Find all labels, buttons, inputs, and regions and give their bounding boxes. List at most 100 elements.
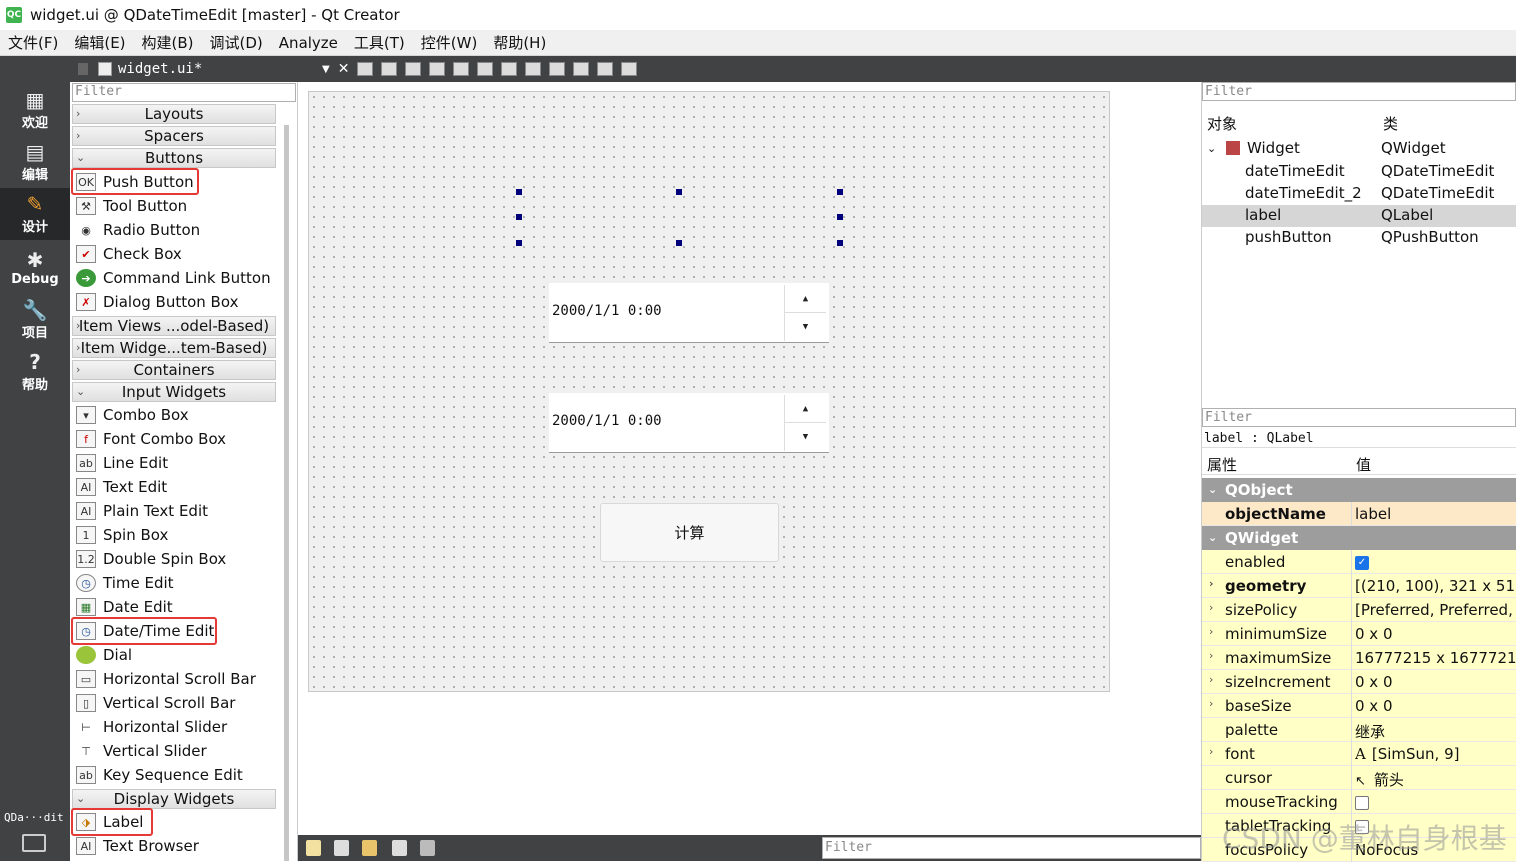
category-item-views[interactable]: › Item Views ...odel-Based) — [72, 316, 276, 336]
widget-tool-button[interactable]: ⚒ Tool Button — [72, 194, 276, 218]
resize-handle[interactable] — [676, 189, 682, 195]
property-group-qobject[interactable]: ⌄ QObject — [1202, 478, 1516, 502]
menu-analyze[interactable]: Analyze — [271, 34, 346, 52]
datetime-edit-2[interactable]: 2000/1/1 0:00 ▲ ▼ — [549, 393, 829, 453]
widget-filter-input[interactable]: Filter — [72, 83, 296, 102]
property-value[interactable]: 0 x 0 — [1355, 673, 1516, 691]
calculate-button[interactable]: 计算 — [600, 503, 779, 562]
widget-vertical-scroll-bar[interactable]: ▯ Vertical Scroll Bar — [72, 691, 276, 715]
property-group-qwidget[interactable]: ⌄ QWidget — [1202, 526, 1516, 550]
property-value[interactable]: 0 x 0 — [1355, 625, 1516, 643]
layout-h-splitter-icon[interactable] — [501, 62, 518, 76]
datetime-edit-1[interactable]: 2000/1/1 0:00 ▲ ▼ — [549, 283, 829, 343]
category-display-widgets[interactable]: ⌄ Display Widgets — [72, 789, 276, 809]
spin-up-icon[interactable]: ▲ — [785, 285, 826, 313]
layout-horizontal-icon[interactable] — [453, 62, 470, 76]
edit-widgets-icon[interactable] — [357, 62, 374, 76]
widget-dialog-button-box[interactable]: ✗ Dialog Button Box — [72, 290, 276, 314]
object-row-widget[interactable]: ⌄ Widget QWidget — [1202, 138, 1516, 160]
close-icon[interactable]: ✕ — [338, 61, 350, 77]
widget-text-browser[interactable]: AI Text Browser — [72, 834, 276, 858]
datetime-value[interactable]: 2000/1/1 0:00 — [552, 413, 662, 429]
enabled-checkbox[interactable]: ✓ — [1355, 555, 1369, 570]
layout-vertical-icon[interactable] — [477, 62, 494, 76]
category-input-widgets[interactable]: ⌄ Input Widgets — [72, 382, 276, 402]
spin-down-icon[interactable]: ▼ — [785, 423, 826, 451]
object-row-label-selected[interactable]: label QLabel — [1202, 205, 1516, 227]
property-row-minimumsize[interactable]: › minimumSize 0 x 0 — [1202, 622, 1516, 646]
resize-handle[interactable] — [837, 240, 843, 246]
property-row-maximumsize[interactable]: › maximumSize 16777215 x 16777215 — [1202, 646, 1516, 670]
monitor-icon[interactable] — [22, 834, 46, 852]
spin-down-icon[interactable]: ▼ — [785, 313, 826, 341]
kit-selector-label[interactable]: QDa···dit — [4, 811, 64, 824]
action-filter-input[interactable]: Filter — [822, 837, 1201, 859]
property-value[interactable]: [Preferred, Preferred, 0, 0] — [1355, 601, 1516, 619]
widget-horizontal-scroll-bar[interactable]: ▭ Horizontal Scroll Bar — [72, 667, 276, 691]
property-value[interactable]: 继承 — [1355, 721, 1516, 742]
edit-buddies-icon[interactable] — [405, 62, 422, 76]
property-value[interactable]: 16777215 x 16777215 — [1355, 649, 1516, 667]
delete-action-icon[interactable] — [392, 840, 407, 856]
widget-command-link-button[interactable]: ➔ Command Link Button — [72, 266, 276, 290]
layout-v-splitter-icon[interactable] — [525, 62, 542, 76]
break-layout-icon[interactable] — [597, 62, 614, 76]
chevron-right-icon[interactable]: › — [1209, 625, 1213, 638]
property-row-sizeincrement[interactable]: › sizeIncrement 0 x 0 — [1202, 670, 1516, 694]
resize-handle[interactable] — [837, 214, 843, 220]
chevron-right-icon[interactable]: › — [1209, 697, 1213, 710]
mode-debug[interactable]: ✱ Debug — [0, 242, 70, 294]
resize-handle[interactable] — [516, 189, 522, 195]
widget-key-sequence-edit[interactable]: ab Key Sequence Edit — [72, 763, 276, 787]
property-row-mousetracking[interactable]: mouseTracking — [1202, 790, 1516, 814]
menu-widgets[interactable]: 控件(W) — [413, 32, 486, 53]
widget-dial[interactable]: Dial — [72, 643, 276, 667]
chevron-right-icon[interactable]: › — [1209, 577, 1214, 590]
property-row-font[interactable]: › font A [SimSun, 9] — [1202, 742, 1516, 766]
menu-tools[interactable]: 工具(T) — [346, 32, 413, 53]
resize-handle[interactable] — [516, 240, 522, 246]
property-value[interactable]: 0 x 0 — [1355, 697, 1516, 715]
property-value[interactable]: [SimSun, 9] — [1372, 745, 1460, 763]
mode-projects[interactable]: 🔧 项目 — [0, 294, 70, 346]
category-item-widgets[interactable]: › Item Widge...tem-Based) — [72, 338, 276, 358]
category-layouts[interactable]: › Layouts — [72, 104, 276, 124]
layout-form-icon[interactable] — [573, 62, 590, 76]
property-filter-input[interactable]: Filter — [1202, 408, 1516, 427]
chevron-right-icon[interactable]: › — [1209, 649, 1213, 662]
chevron-right-icon[interactable]: › — [1209, 673, 1213, 686]
new-action-icon[interactable] — [306, 840, 321, 856]
file-dropdown-icon[interactable]: ▼ — [322, 64, 330, 75]
resize-handle[interactable] — [516, 214, 522, 220]
layout-grid-icon[interactable] — [549, 62, 566, 76]
property-value[interactable]: [(210, 100), 321 x 51] — [1355, 577, 1516, 595]
datetime-value[interactable]: 2000/1/1 0:00 — [552, 303, 662, 319]
category-buttons[interactable]: ⌄ Buttons — [72, 148, 276, 168]
mode-welcome[interactable]: ▦ 欢迎 — [0, 84, 70, 136]
menu-build[interactable]: 构建(B) — [134, 32, 202, 53]
widget-text-edit[interactable]: AI Text Edit — [72, 475, 276, 499]
widget-box-scrollbar[interactable] — [284, 125, 289, 861]
paste-action-icon[interactable] — [362, 840, 377, 856]
category-spacers[interactable]: › Spacers — [72, 126, 276, 146]
widget-date-edit[interactable]: ▦ Date Edit — [72, 595, 276, 619]
menu-help[interactable]: 帮助(H) — [485, 32, 554, 53]
open-file-name[interactable]: widget.ui* — [118, 61, 318, 77]
mode-design[interactable]: ✎ 设计 — [0, 188, 70, 240]
property-row-objectname[interactable]: objectName label — [1202, 502, 1516, 526]
edit-tab-order-icon[interactable] — [429, 62, 446, 76]
object-row-datetimeedit[interactable]: dateTimeEdit QDateTimeEdit — [1202, 161, 1516, 183]
widget-vertical-slider[interactable]: ⊤ Vertical Slider — [72, 739, 276, 763]
widget-radio-button[interactable]: ◉ Radio Button — [72, 218, 276, 242]
widget-time-edit[interactable]: ◷ Time Edit — [72, 571, 276, 595]
category-containers[interactable]: › Containers — [72, 360, 276, 380]
property-row-geometry[interactable]: › geometry [(210, 100), 321 x 51] — [1202, 574, 1516, 598]
mousetracking-checkbox[interactable] — [1355, 795, 1369, 810]
property-value[interactable]: 箭头 — [1374, 771, 1404, 789]
adjust-size-icon[interactable] — [621, 62, 638, 76]
chevron-right-icon[interactable]: › — [1209, 601, 1213, 614]
property-row-palette[interactable]: palette 继承 — [1202, 718, 1516, 742]
widget-check-box[interactable]: ✔ Check Box — [72, 242, 276, 266]
mode-help[interactable]: ? 帮助 — [0, 346, 70, 398]
menu-file[interactable]: 文件(F) — [0, 32, 66, 53]
